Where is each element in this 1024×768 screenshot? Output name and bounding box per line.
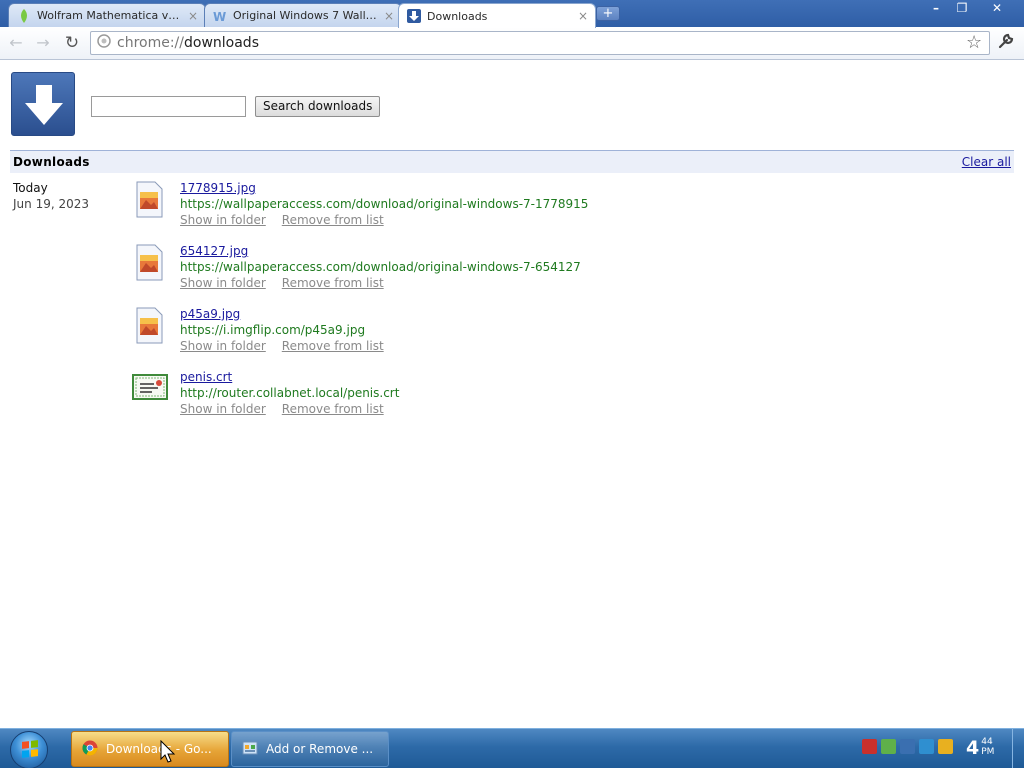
url-host: downloads: [184, 35, 259, 51]
download-actions: Show in folder Remove from list: [180, 401, 384, 417]
tab-close-icon[interactable]: ×: [383, 9, 395, 23]
wolfram-leaf-icon: [17, 8, 31, 23]
mouse-cursor-icon: [160, 739, 176, 764]
download-source-url[interactable]: http://router.collabnet.local/penis.crt: [180, 385, 399, 401]
taskbar-button-downloads[interactable]: Downloads - Go...: [71, 731, 229, 767]
network-icon[interactable]: [881, 739, 896, 754]
wrench-menu-icon[interactable]: [997, 32, 1015, 54]
clock-ampm: PM: [981, 747, 995, 757]
download-item: 1778915.jpg https://wallpaperaccess.com/…: [130, 180, 830, 236]
download-source-url[interactable]: https://wallpaperaccess.com/download/ori…: [180, 196, 588, 212]
taskbar-button-label: Downloads - Go...: [106, 742, 212, 756]
clock-minute: 44: [981, 737, 993, 747]
clock-hour: 4: [966, 737, 980, 759]
tab-close-icon[interactable]: ×: [577, 9, 589, 23]
window-controls: – ❐ ✕: [924, 0, 1018, 17]
shield-icon[interactable]: [862, 739, 877, 754]
download-actions: Show in folder Remove from list: [180, 338, 384, 354]
download-source-url[interactable]: https://i.imgflip.com/p45a9.jpg: [180, 322, 365, 338]
tab-title: Wolfram Mathematica v13....: [37, 9, 181, 22]
monitor-icon[interactable]: [900, 739, 915, 754]
page-icon: [97, 34, 111, 52]
download-file-name[interactable]: penis.crt: [180, 369, 232, 385]
svg-text:W: W: [213, 10, 226, 22]
tab-wallpaper-access[interactable]: W Original Windows 7 Wallpa... ×: [204, 3, 402, 27]
download-item: 654127.jpg https://wallpaperaccess.com/d…: [130, 243, 830, 299]
download-actions: Show in folder Remove from list: [180, 212, 384, 228]
downloads-page-icon: [11, 72, 75, 136]
bars-icon[interactable]: [919, 739, 934, 754]
minimize-button[interactable]: –: [924, 0, 948, 17]
show-in-folder-link[interactable]: Show in folder: [180, 212, 266, 228]
search-downloads-button[interactable]: Search downloads: [255, 96, 381, 117]
section-title: Downloads: [13, 155, 90, 169]
tab-strip: Wolfram Mathematica v13.... × W Original…: [0, 0, 1024, 28]
tab-close-icon[interactable]: ×: [187, 9, 199, 23]
chrome-icon: [82, 740, 98, 759]
start-button[interactable]: [10, 731, 48, 768]
download-file-name[interactable]: 654127.jpg: [180, 243, 248, 259]
downloads-arrow-icon: [407, 9, 421, 23]
wallpaper-access-w-icon: W: [213, 9, 227, 23]
taskbar-button-add-remove[interactable]: Add or Remove ...: [231, 731, 389, 767]
download-file-name[interactable]: 1778915.jpg: [180, 180, 256, 196]
control-panel-icon: [242, 740, 258, 759]
s-app-icon[interactable]: [938, 739, 953, 754]
show-in-folder-link[interactable]: Show in folder: [180, 338, 266, 354]
download-file-name[interactable]: p45a9.jpg: [180, 306, 240, 322]
remove-from-list-link[interactable]: Remove from list: [282, 212, 384, 228]
certificate-file-icon: [130, 369, 170, 409]
date-full: Jun 19, 2023: [13, 197, 90, 211]
image-file-icon: [130, 306, 170, 346]
show-in-folder-link[interactable]: Show in folder: [180, 275, 266, 291]
tab-title: Downloads: [427, 9, 488, 23]
tab-wolfram-mathematica[interactable]: Wolfram Mathematica v13.... ×: [8, 3, 206, 27]
windows-taskbar: Downloads - Go... Add or Remove ... 4 44…: [0, 728, 1024, 768]
address-bar[interactable]: chrome://downloads: [90, 31, 990, 55]
download-item: p45a9.jpg https://i.imgflip.com/p45a9.jp…: [130, 306, 830, 362]
remove-from-list-link[interactable]: Remove from list: [282, 338, 384, 354]
reload-button[interactable]: ↻: [62, 33, 82, 53]
browser-toolbar: ← → ↻ chrome://downloads ☆: [0, 27, 1024, 60]
forward-button[interactable]: →: [33, 33, 53, 53]
show-in-folder-link[interactable]: Show in folder: [180, 401, 266, 417]
downloads-section-header: Downloads Clear all: [10, 150, 1014, 173]
date-group: Today Jun 19, 2023: [13, 180, 89, 212]
tab-title: Original Windows 7 Wallpa...: [233, 9, 377, 22]
remove-from-list-link[interactable]: Remove from list: [282, 401, 384, 417]
clear-all-link[interactable]: Clear all: [962, 155, 1011, 169]
download-item: penis.crt http://router.collabnet.local/…: [130, 369, 830, 425]
download-source-url[interactable]: https://wallpaperaccess.com/download/ori…: [180, 259, 581, 275]
taskbar-clock[interactable]: 4 44 PM: [966, 737, 994, 759]
restore-button[interactable]: ❐: [950, 0, 974, 17]
date-label: Today: [13, 181, 48, 195]
remove-from-list-link[interactable]: Remove from list: [282, 275, 384, 291]
url-scheme: chrome://: [117, 35, 184, 51]
bookmark-star-icon[interactable]: ☆: [966, 32, 982, 53]
system-tray: [862, 739, 953, 754]
search-downloads-input[interactable]: [91, 96, 246, 117]
back-button[interactable]: ←: [6, 33, 26, 53]
download-actions: Show in folder Remove from list: [180, 275, 384, 291]
taskbar-button-label: Add or Remove ...: [266, 742, 374, 756]
new-tab-button[interactable]: +: [596, 6, 620, 21]
image-file-icon: [130, 243, 170, 283]
show-desktop-button[interactable]: [1012, 729, 1024, 768]
close-window-button[interactable]: ✕: [976, 0, 1018, 17]
image-file-icon: [130, 180, 170, 220]
tab-downloads[interactable]: Downloads ×: [398, 3, 596, 28]
